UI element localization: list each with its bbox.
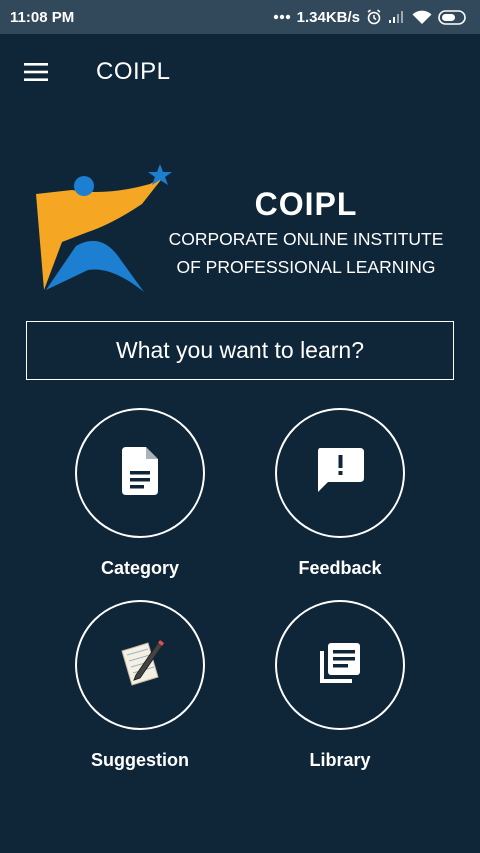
category-button[interactable]: Category bbox=[40, 408, 240, 578]
hamburger-menu-icon[interactable] bbox=[22, 60, 52, 84]
brand-subtitle-line1: CORPORATE ONLINE INSTITUTE bbox=[168, 229, 444, 249]
brand-subtitle-line2: OF PROFESSIONAL LEARNING bbox=[176, 257, 436, 277]
brand-block: COIPL CORPORATE ONLINE INSTITUTE OF PROF… bbox=[160, 184, 452, 280]
suggestion-button[interactable]: Suggestion bbox=[40, 600, 240, 770]
feedback-button[interactable]: Feedback bbox=[240, 408, 440, 578]
status-icons: 1.34KB/s bbox=[273, 9, 468, 26]
feedback-label: Feedback bbox=[298, 558, 382, 578]
library-label: Library bbox=[309, 750, 371, 770]
alarm-icon bbox=[366, 9, 382, 25]
library-icon bbox=[316, 639, 364, 692]
signal-icon bbox=[388, 10, 406, 24]
status-bar: 11:08 PM 1.34KB/s bbox=[0, 0, 480, 34]
dots-icon bbox=[273, 14, 291, 20]
brand-name: COIPL bbox=[254, 186, 358, 222]
search-input[interactable] bbox=[26, 321, 454, 380]
network-speed: 1.34KB/s bbox=[296, 8, 360, 26]
feedback-circle[interactable] bbox=[275, 408, 405, 538]
document-icon bbox=[120, 446, 160, 500]
status-time: 11:08 PM bbox=[10, 8, 75, 26]
app-title: COIPL bbox=[96, 58, 171, 85]
suggestion-circle[interactable] bbox=[75, 600, 205, 730]
library-button[interactable]: Library bbox=[240, 600, 440, 770]
app-bar: COIPL bbox=[0, 34, 480, 110]
category-circle[interactable] bbox=[75, 408, 205, 538]
notepad-pencil-icon bbox=[114, 637, 166, 694]
coipl-logo bbox=[32, 160, 176, 300]
battery-icon bbox=[438, 9, 468, 25]
library-circle[interactable] bbox=[275, 600, 405, 730]
suggestion-label: Suggestion bbox=[91, 750, 189, 770]
category-label: Category bbox=[100, 558, 180, 578]
wifi-icon bbox=[412, 10, 432, 25]
feedback-icon bbox=[316, 447, 364, 499]
